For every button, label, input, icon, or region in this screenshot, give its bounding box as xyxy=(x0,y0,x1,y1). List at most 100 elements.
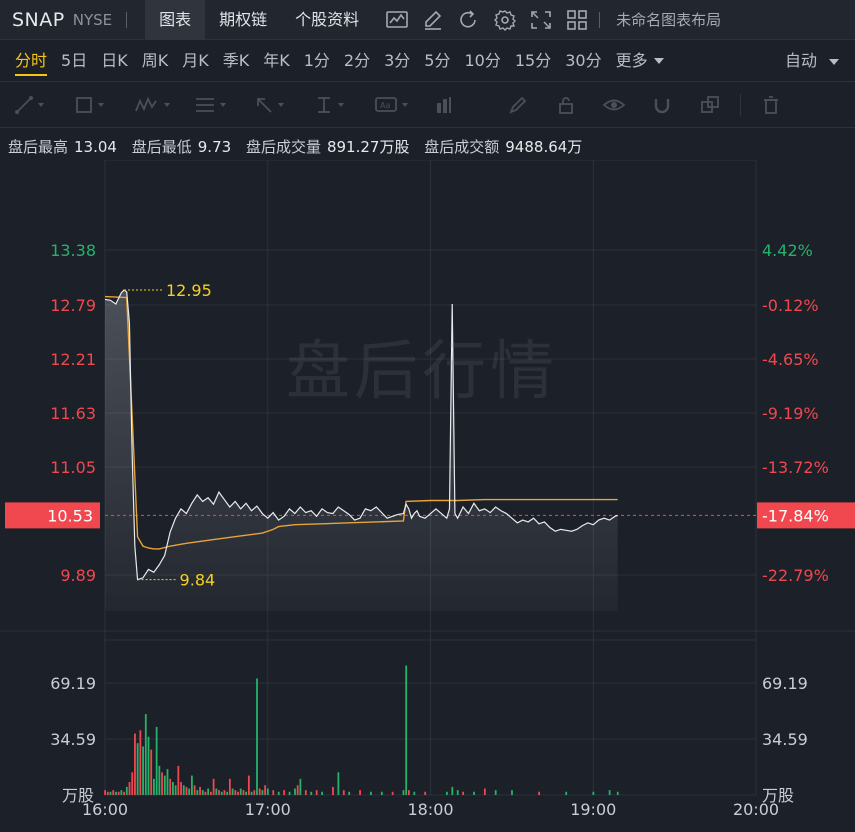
volume-bar xyxy=(199,786,201,795)
low-label: 盘后最低 xyxy=(131,138,192,156)
chevron-down-icon xyxy=(829,58,839,65)
period-tab-9[interactable]: 3分 xyxy=(377,40,417,82)
line-tool-icon[interactable] xyxy=(14,82,74,128)
tab-chart[interactable]: 图表 xyxy=(145,0,206,40)
period-tab-13[interactable]: 30分 xyxy=(558,40,608,82)
volume-bar xyxy=(234,790,237,795)
volume-unit-left: 万股 xyxy=(62,786,94,805)
lock-icon[interactable] xyxy=(542,82,590,128)
volume-bar xyxy=(239,788,242,795)
period-tab-0[interactable]: 分时 xyxy=(8,40,54,82)
volume-right-tick-label: 34.59 xyxy=(762,730,808,749)
volume-bar xyxy=(424,791,427,795)
volume-bar xyxy=(321,791,323,795)
volume-bar xyxy=(462,791,465,795)
volume-bar xyxy=(226,791,229,795)
volume-bar xyxy=(142,746,144,795)
volume-bar xyxy=(163,775,166,795)
volume-bar xyxy=(139,730,142,795)
tab-company-profile[interactable]: 个股资料 xyxy=(281,0,373,40)
volume-bar xyxy=(408,790,410,795)
current-pct-value: -17.84% xyxy=(762,506,829,525)
volume-bar xyxy=(134,733,136,795)
volume-bar xyxy=(128,782,131,795)
measure-tool-icon[interactable] xyxy=(434,82,494,128)
volume-bar xyxy=(342,790,345,795)
stock-symbol: SNAP xyxy=(12,8,65,31)
draw-pen-icon[interactable] xyxy=(415,0,451,40)
volume-bar xyxy=(117,791,120,795)
price-range-tool-icon[interactable] xyxy=(314,82,374,128)
rectangle-tool-icon[interactable] xyxy=(74,82,134,128)
wave-tool-icon[interactable] xyxy=(134,82,194,128)
divider xyxy=(126,11,128,28)
volume-bar xyxy=(147,736,150,795)
volume-bar xyxy=(299,778,302,795)
volume-bar xyxy=(123,791,125,795)
layout-name-button[interactable]: 未命名图表布局 xyxy=(616,9,721,30)
exchange-label: NYSE xyxy=(72,10,113,29)
volume-bar xyxy=(106,791,109,795)
volume-bar xyxy=(405,665,408,795)
volume-bar xyxy=(451,786,454,795)
y-right-tick-label: -4.65% xyxy=(762,350,819,369)
high-label: 盘后最高 xyxy=(8,138,69,156)
auto-scale-button[interactable]: 自动 xyxy=(785,40,839,82)
text-list-tool-icon[interactable] xyxy=(194,82,254,128)
y-right-tick-label: -9.19% xyxy=(762,404,819,423)
period-tab-7[interactable]: 1分 xyxy=(297,40,337,82)
chart-indicator-icon[interactable] xyxy=(379,0,415,40)
more-periods-button[interactable]: 更多 xyxy=(609,40,671,82)
y-left-tick-label: 12.21 xyxy=(50,350,96,369)
period-tab-11[interactable]: 10分 xyxy=(457,40,507,82)
volume-bar xyxy=(258,788,261,795)
copy-icon[interactable] xyxy=(686,82,734,128)
period-tab-4[interactable]: 月K xyxy=(175,40,216,82)
magnet-icon[interactable] xyxy=(638,82,686,128)
period-tab-5[interactable]: 季K xyxy=(216,40,257,82)
fullscreen-icon[interactable] xyxy=(523,0,559,40)
volume-bar xyxy=(370,791,372,795)
volume-bar xyxy=(125,786,128,795)
trash-icon[interactable] xyxy=(747,82,795,128)
volume-bar xyxy=(332,786,334,795)
volume-bar xyxy=(511,790,513,795)
top-bar: SNAP NYSE 图表 期权链 个股资料 未命名图表布局 xyxy=(0,0,855,40)
volume-bar xyxy=(288,791,291,795)
volume-bar xyxy=(337,772,340,795)
volume-bar xyxy=(237,791,239,795)
brush-icon[interactable] xyxy=(494,82,542,128)
volume-bar xyxy=(136,743,139,795)
y-right-tick-label: -13.72% xyxy=(762,458,829,477)
grid-layout-icon[interactable] xyxy=(559,0,595,40)
y-left-tick-label: 12.79 xyxy=(50,296,96,315)
period-tab-2[interactable]: 日K xyxy=(94,40,135,82)
label-tool-icon[interactable]: Aa xyxy=(374,82,434,128)
volume-bar xyxy=(161,772,163,795)
volume-bar xyxy=(494,790,497,795)
more-label: 更多 xyxy=(615,50,648,70)
period-tab-3[interactable]: 周K xyxy=(135,40,176,82)
period-tab-12[interactable]: 15分 xyxy=(508,40,558,82)
drawing-toolbar: Aa xyxy=(0,82,855,128)
period-tab-10[interactable]: 5分 xyxy=(417,40,457,82)
volume-bar xyxy=(456,790,459,795)
volume-bar xyxy=(104,790,106,795)
volume-bar xyxy=(120,790,123,795)
tab-option-chain[interactable]: 期权链 xyxy=(205,0,281,40)
auto-label: 自动 xyxy=(784,51,817,70)
divider xyxy=(740,93,741,116)
arrow-tool-icon[interactable] xyxy=(254,82,314,128)
amount-value: 9488.64万 xyxy=(505,138,583,156)
gear-icon[interactable] xyxy=(487,0,523,40)
volume-bar xyxy=(272,790,275,795)
period-tab-8[interactable]: 2分 xyxy=(337,40,377,82)
period-tab-6[interactable]: 年K xyxy=(256,40,297,82)
y-left-tick-label: 9.89 xyxy=(60,566,96,585)
eye-icon[interactable] xyxy=(590,82,638,128)
volume-bar xyxy=(231,788,234,795)
refresh-icon[interactable] xyxy=(451,0,487,40)
period-tab-1[interactable]: 5日 xyxy=(54,40,94,82)
low-value: 9.73 xyxy=(197,138,232,156)
price-chart[interactable]: 16:00 17:00 18:00 19:00 20:0013.3812.7912.21… xyxy=(0,160,855,832)
